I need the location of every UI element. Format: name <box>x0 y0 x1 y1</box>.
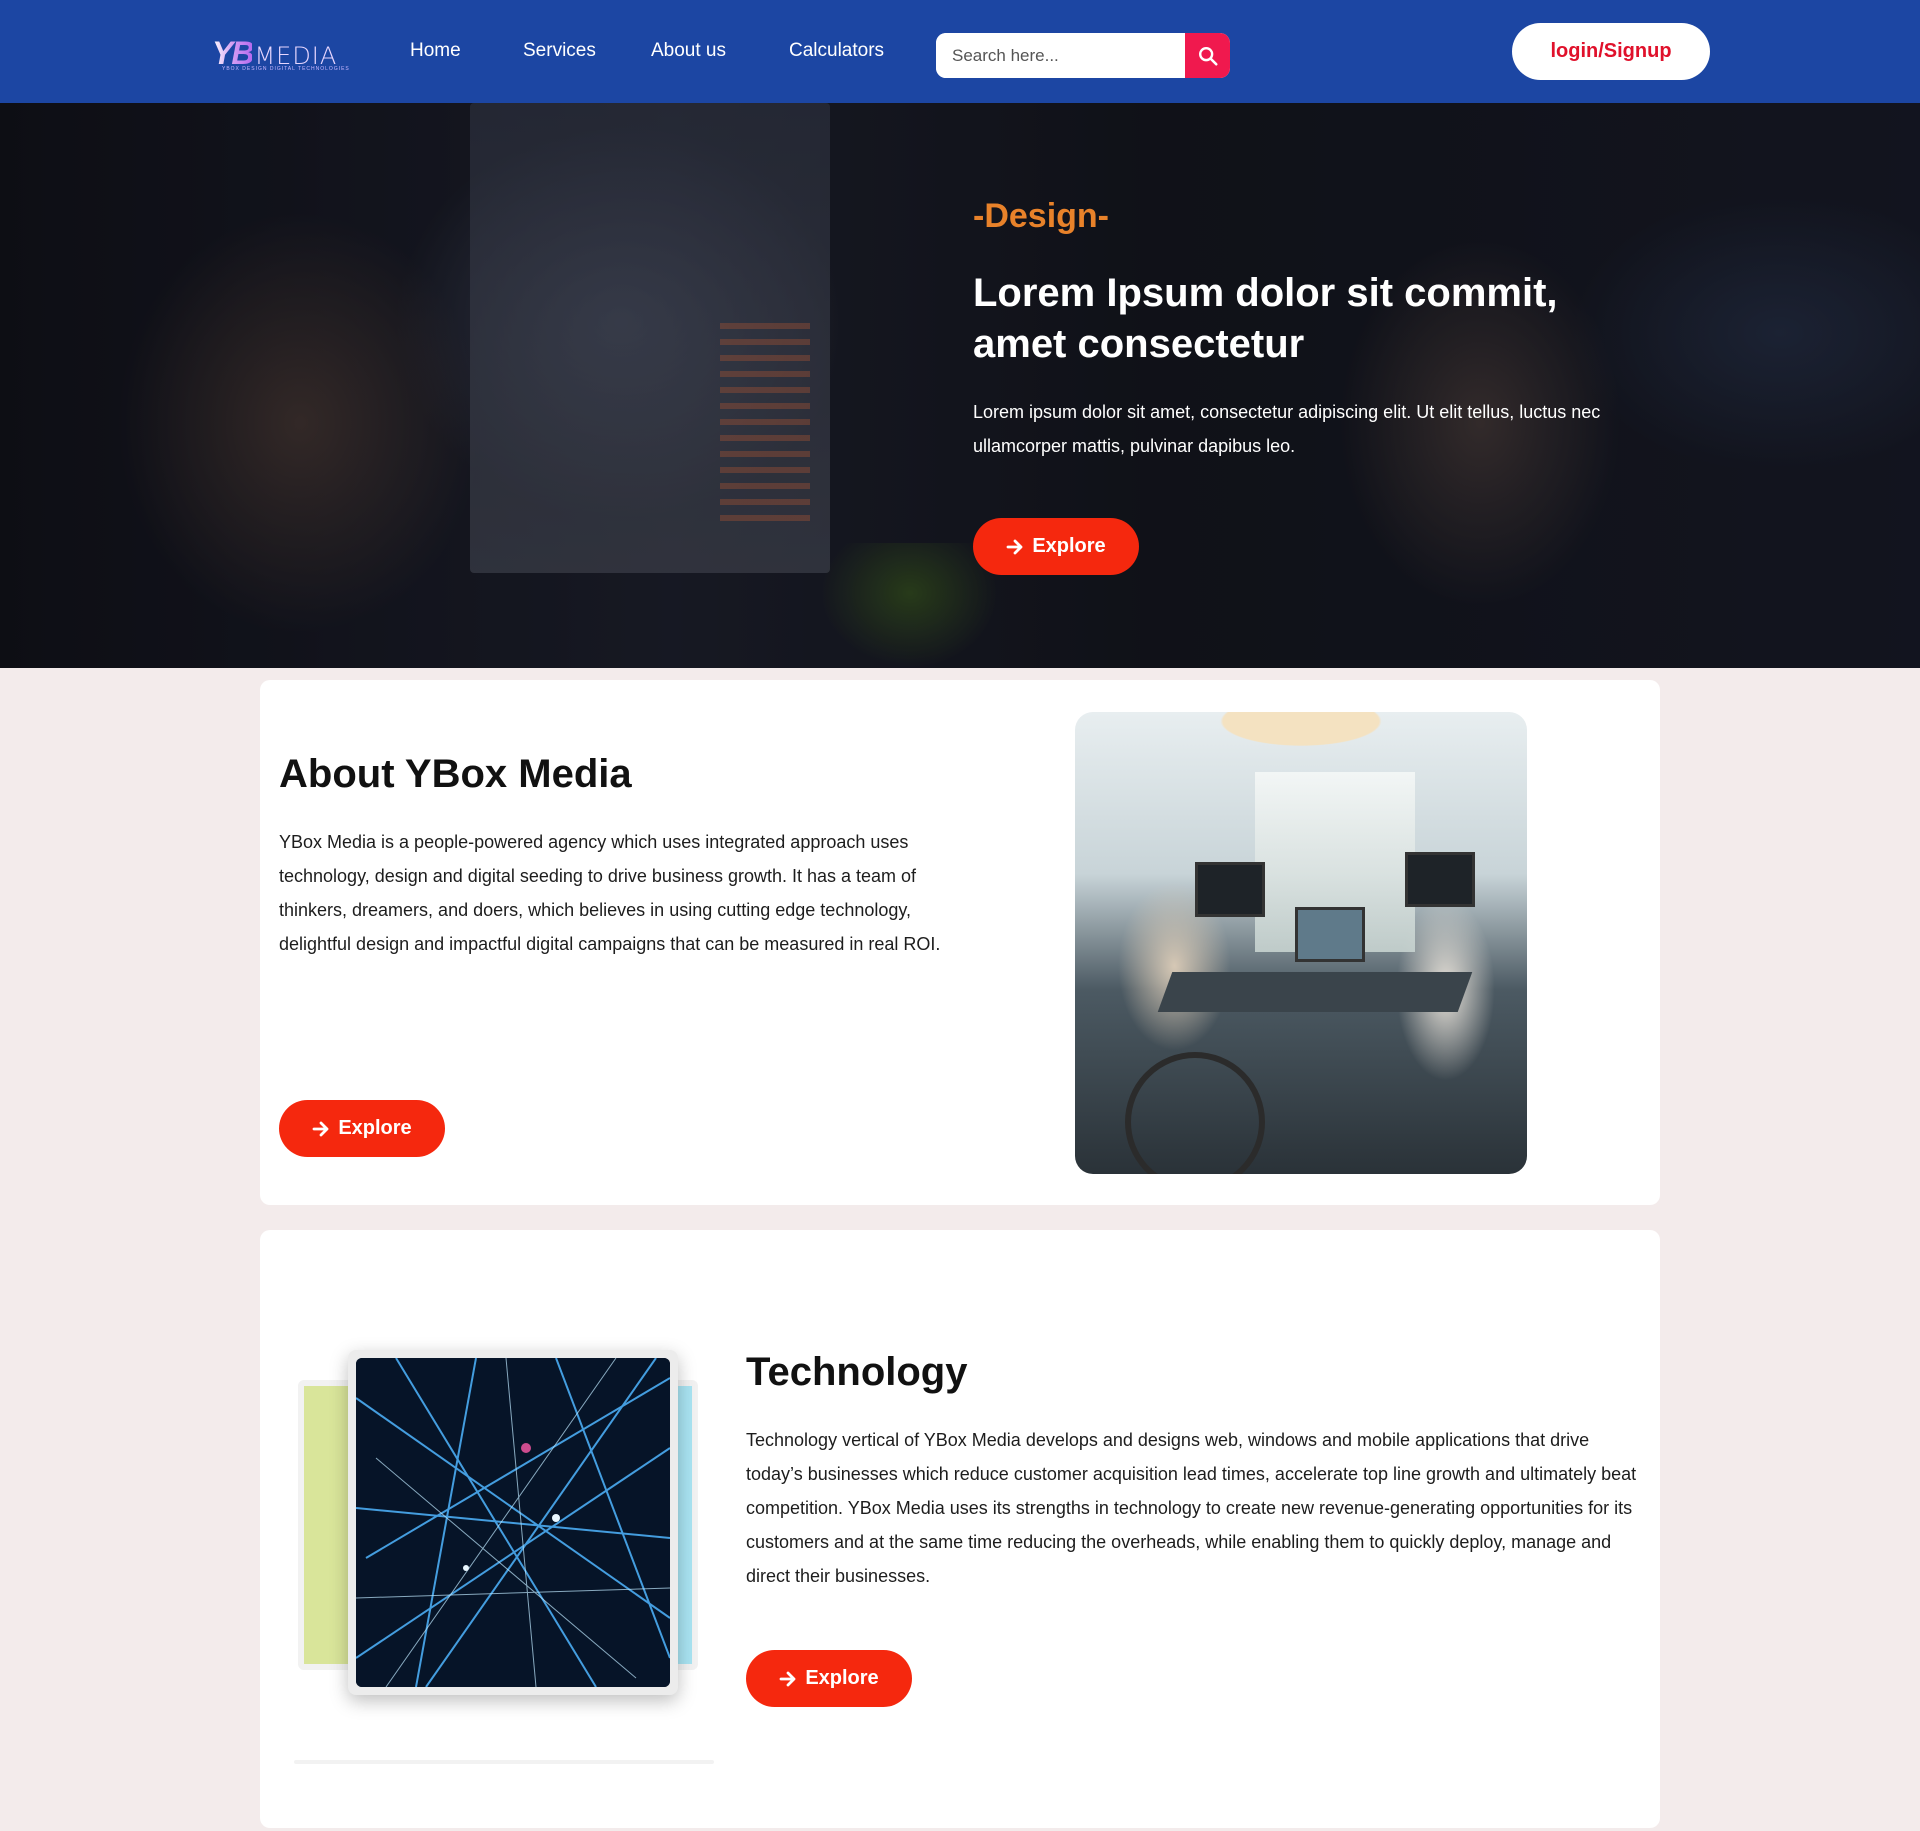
technology-image-stack <box>288 1350 708 1705</box>
technology-explore-button[interactable]: Explore <box>746 1650 912 1707</box>
hero-banner: -Design- Lorem Ipsum dolor sit commit, a… <box>0 103 1920 668</box>
tech-divider <box>294 1760 714 1764</box>
arrow-right-icon <box>779 1670 799 1688</box>
logo-tagline: YBOX DESIGN DIGITAL TECHNOLOGIES <box>222 66 350 72</box>
about-section: About YBox Media YBox Media is a people-… <box>260 680 1660 1205</box>
about-explore-label: Explore <box>338 1117 412 1139</box>
hero-explore-button[interactable]: Explore <box>973 518 1139 575</box>
about-team-photo <box>1075 712 1527 1174</box>
tech-card-front <box>348 1350 678 1695</box>
ybox-media-logo[interactable]: YB MEDIA YBOX DESIGN DIGITAL TECHNOLOGIE… <box>212 30 349 72</box>
nav-services[interactable]: Services <box>523 40 596 62</box>
about-explore-button[interactable]: Explore <box>279 1100 445 1157</box>
about-text: YBox Media is a people-powered agency wh… <box>279 832 941 954</box>
photo-wheelchair <box>1125 1052 1265 1174</box>
hero-title: Lorem Ipsum dolor sit commit, amet conse… <box>973 271 1558 366</box>
hero-explore-label: Explore <box>1032 535 1106 557</box>
arrow-right-icon <box>1006 538 1026 556</box>
login-signup-button[interactable]: login/Signup <box>1512 23 1710 80</box>
site-header: YB MEDIA YBOX DESIGN DIGITAL TECHNOLOGIE… <box>0 0 1920 103</box>
search-input[interactable] <box>936 33 1185 78</box>
photo-monitor <box>1195 862 1265 917</box>
search-button[interactable] <box>1185 33 1230 78</box>
photo-table <box>1157 972 1473 1012</box>
arrow-right-icon <box>312 1120 332 1138</box>
search-icon <box>1198 46 1218 66</box>
search-bar <box>936 33 1230 78</box>
technology-network-image <box>356 1358 670 1687</box>
nav-about-us[interactable]: About us <box>651 40 726 62</box>
photo-laptop <box>1295 907 1365 962</box>
hero-text: Lorem ipsum dolor sit amet, consectetur … <box>973 402 1601 456</box>
hero-overlay <box>0 103 1920 668</box>
technology-text: Technology vertical of YBox Media develo… <box>746 1430 1637 1586</box>
nav-home[interactable]: Home <box>410 40 461 62</box>
about-title: About YBox Media <box>279 752 632 796</box>
photo-monitor <box>1405 852 1475 907</box>
hero-kicker: -Design- <box>973 197 1109 235</box>
technology-section: Technology Technology vertical of YBox M… <box>260 1230 1660 1828</box>
technology-title: Technology <box>746 1350 968 1394</box>
nav-calculators[interactable]: Calculators <box>789 40 884 62</box>
technology-explore-label: Explore <box>805 1667 879 1689</box>
